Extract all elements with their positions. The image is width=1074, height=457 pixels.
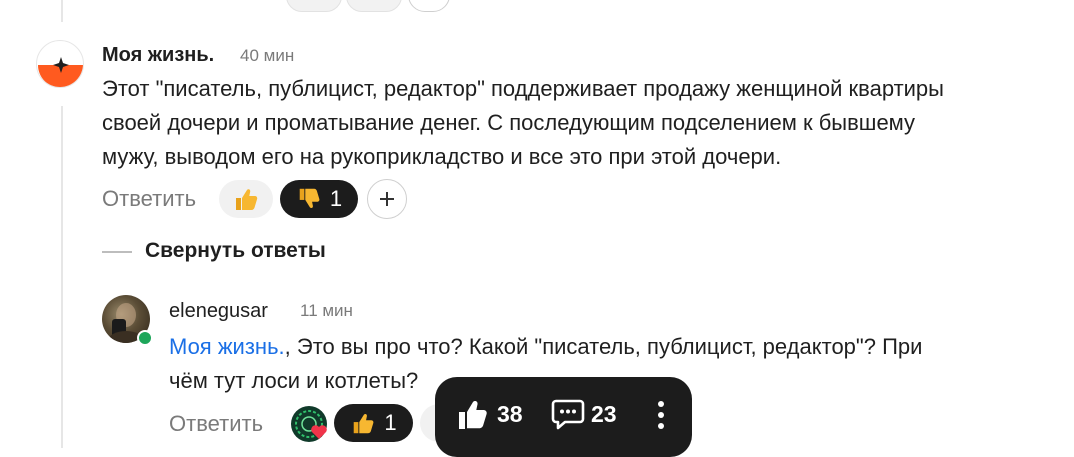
comment-author[interactable]: elenegusar xyxy=(169,300,268,323)
thumbs-up-icon xyxy=(236,189,258,210)
reply-button[interactable]: Ответить xyxy=(169,411,263,437)
dislike-reaction-button[interactable]: 1 xyxy=(280,180,358,218)
dislike-count: 1 xyxy=(329,186,343,211)
prev-add-reaction-button[interactable] xyxy=(408,0,450,12)
add-reaction-button[interactable] xyxy=(367,179,407,219)
thread-line-main xyxy=(61,106,63,448)
comment-text-fragment: , Это вы про что? Какой "писатель, публи… xyxy=(284,334,923,359)
thread-line-top xyxy=(61,0,63,22)
online-status-indicator xyxy=(137,330,153,346)
thumbs-up-icon[interactable] xyxy=(456,396,492,432)
comment-text-line: своей дочери и проматывание денег. С пос… xyxy=(102,110,916,135)
prev-reaction-like[interactable] xyxy=(286,0,342,12)
avatar[interactable] xyxy=(36,40,84,88)
comment-text-line: Моя жизнь., Это вы про что? Какой "писат… xyxy=(169,330,1049,364)
comment-time: 11 мин xyxy=(300,301,353,320)
article-comment-count: 23 xyxy=(591,401,617,427)
like-reaction-button[interactable] xyxy=(219,180,273,218)
mention-link[interactable]: Моя жизнь. xyxy=(169,334,285,359)
plus-icon xyxy=(380,192,394,206)
heart-icon xyxy=(311,425,327,439)
like-reaction-button[interactable]: 1 xyxy=(334,404,413,442)
more-vertical-icon[interactable] xyxy=(656,400,666,430)
comment-text-line: мужу, выводом его на рукоприкладство и в… xyxy=(102,144,782,169)
article-like-count: 38 xyxy=(497,401,523,427)
thumbs-up-icon xyxy=(354,413,374,434)
comment-text-line: Этот "писатель, публицист, редактор" под… xyxy=(102,76,944,101)
comment-time: 40 мин xyxy=(240,46,295,65)
collapse-divider xyxy=(102,251,132,253)
prev-reaction-dislike[interactable] xyxy=(346,0,402,12)
thumbs-down-icon xyxy=(299,188,320,209)
like-count: 1 xyxy=(384,410,397,435)
speech-bubble-icon[interactable] xyxy=(551,398,585,430)
collapse-replies-button[interactable]: Свернуть ответы xyxy=(145,239,326,263)
channel-logo-icon xyxy=(38,57,83,87)
comment-text: Этот "писатель, публицист, редактор" под… xyxy=(102,72,1062,174)
comment-author[interactable]: Моя жизнь. xyxy=(102,44,214,67)
reply-button[interactable]: Ответить xyxy=(102,186,196,212)
